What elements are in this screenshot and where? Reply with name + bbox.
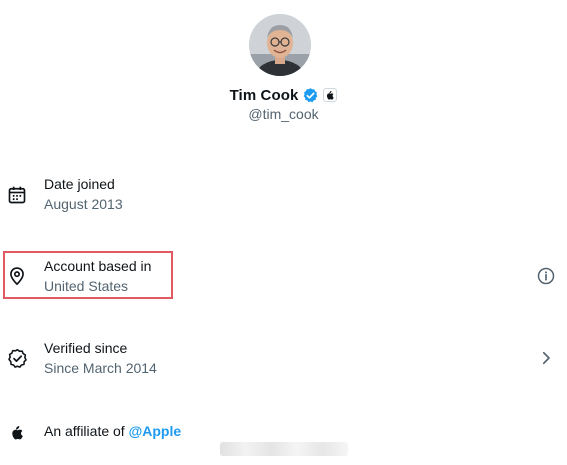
verified-since-label: Verified since [44,340,128,356]
affiliate-link-apple[interactable]: @Apple [129,423,182,439]
affiliate-label: An affiliate of @Apple [44,423,181,439]
date-joined-row: Date joined August 2013 [0,176,567,216]
profile-name-row: Tim Cook [0,85,567,105]
date-joined-value: August 2013 [44,196,123,212]
profile-handle: @tim_cook [248,106,319,122]
date-joined-label: Date joined [44,176,115,192]
verified-badge-icon[interactable] [302,87,319,104]
calendar-icon [6,184,28,206]
profile-photo [249,14,311,76]
apple-logo-icon [6,422,28,444]
verified-since-value: Since March 2014 [44,360,157,376]
chevron-right-icon[interactable] [535,347,557,369]
affiliate-prefix: An affiliate of [44,423,129,439]
watermark-overlay [220,442,348,456]
verified-badge-outline-icon [6,347,28,369]
info-icon[interactable] [535,265,557,287]
apple-affiliate-badge-icon[interactable] [323,88,338,102]
verified-since-row[interactable]: Verified since Since March 2014 [0,340,567,380]
profile-name: Tim Cook [229,86,299,104]
highlight-annotation-box [3,251,173,299]
avatar[interactable] [249,14,311,76]
